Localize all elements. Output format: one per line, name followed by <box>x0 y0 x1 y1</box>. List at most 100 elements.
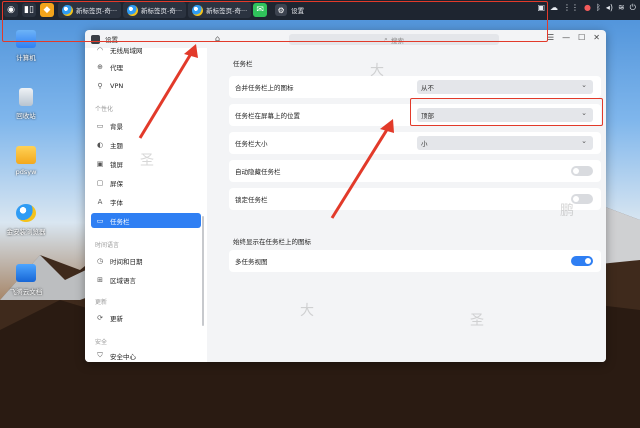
desktop-icon-folder[interactable]: pdsyw <box>6 146 46 176</box>
size-select[interactable]: 小 ⌄ <box>417 136 593 150</box>
sidebar-category-update: 更新 <box>95 299 108 306</box>
screensaver-icon: ▢ <box>96 178 104 187</box>
sidebar-item-label: 锁屏 <box>110 160 123 169</box>
window-controls: ☰ — ☐ ✕ <box>547 33 600 42</box>
setting-label: 自动隐藏任务栏 <box>235 168 281 176</box>
lockscreen-icon: ▣ <box>96 159 104 168</box>
watermark: 大 <box>300 303 314 319</box>
sidebar-item-security-center[interactable]: ⛉ 安全中心 <box>91 348 201 362</box>
select-value: 从不 <box>421 84 434 92</box>
desktop-icon-label: 计算机 <box>16 54 36 62</box>
clock-icon: ◷ <box>96 256 104 265</box>
setting-row-multitask: 多任务视图 <box>229 250 601 272</box>
taskbar-icon: ▭ <box>96 216 104 225</box>
volume-icon[interactable]: ◂) <box>606 3 613 13</box>
sidebar-item-label: 安全中心 <box>110 352 136 361</box>
settings-sidebar: ◠ 无线局域网 ⊕ 代理 ⚲ VPN 个性化 ▭ 背景 ◐ 主题 ▣ 锁屏 ▢ 屏保 A 字体 … <box>85 46 207 362</box>
sidebar-item-label: 更新 <box>110 314 123 323</box>
section-title-always-show: 始终显示在任务栏上的图标 <box>233 238 311 246</box>
theme-icon: ◐ <box>96 140 104 149</box>
power-icon[interactable]: ⏻ <box>630 3 636 13</box>
settings-window: 设置 ⌂ ⌕ 搜索 ☰ — ☐ ✕ ◠ 无线局域网 ⊕ 代理 ⚲ VPN 个性化 ▭ 背… <box>85 30 606 362</box>
sidebar-item-wlan[interactable]: ◠ 无线局域网 <box>91 42 201 57</box>
region-icon: ⊞ <box>97 275 103 284</box>
setting-row-auto-hide: 自动隐藏任务栏 <box>229 160 601 182</box>
setting-label: 任务栏在屏幕上的位置 <box>235 112 300 120</box>
annotation-box-taskbar <box>2 1 548 42</box>
folder-icon <box>16 146 36 164</box>
sidebar-item-label: 字体 <box>110 198 123 207</box>
sidebar-item-label: 代理 <box>110 63 123 72</box>
sidebar-item-update[interactable]: ⟳ 更新 <box>91 310 201 325</box>
tray-app-icon[interactable]: ● <box>584 3 591 13</box>
vpn-icon: ⚲ <box>97 81 103 90</box>
setting-label: 合并任务栏上的图标 <box>235 84 294 92</box>
wifi-icon[interactable]: ≋ <box>618 3 625 13</box>
sidebar-item-taskbar[interactable]: ▭ 任务栏 <box>91 213 201 228</box>
sidebar-item-region-language[interactable]: ⊞ 区域语言 <box>91 272 201 287</box>
chevron-down-icon: ⌄ <box>581 81 587 89</box>
bluetooth-icon[interactable]: ᛒ <box>596 3 601 13</box>
desktop-icon-label: 飞腾云文档 <box>9 288 43 296</box>
maximize-icon[interactable]: ☐ <box>578 33 585 42</box>
proxy-icon: ⊕ <box>97 62 103 71</box>
chevron-down-icon: ⌄ <box>581 137 587 145</box>
sidebar-item-proxy[interactable]: ⊕ 代理 <box>91 59 201 74</box>
combine-icons-select[interactable]: 从不 ⌄ <box>417 80 593 94</box>
sidebar-item-label: 屏保 <box>110 179 123 188</box>
desktop-icon-browser-installer[interactable]: 金安装浏览器 <box>6 204 46 236</box>
font-icon: A <box>97 197 103 206</box>
section-title: 任务栏 <box>233 60 253 68</box>
setting-label: 多任务视图 <box>235 258 268 266</box>
watermark: 大 <box>370 63 384 79</box>
shield-icon: ⛉ <box>97 351 103 359</box>
trash-icon <box>19 88 33 106</box>
setting-label: 锁定任务栏 <box>235 196 268 204</box>
multitask-view-toggle[interactable] <box>571 256 593 266</box>
grid-icon[interactable]: ⋮⋮ <box>563 3 579 13</box>
system-tray: ▣ ☁ ⋮⋮ ● ᛒ ◂) ≋ ⏻ <box>537 3 636 13</box>
desktop-icon-cloud-docs[interactable]: 飞腾云文档 <box>6 264 46 296</box>
sidebar-item-font[interactable]: A 字体 <box>91 194 201 209</box>
image-icon: ▭ <box>96 121 104 130</box>
watermark: 圣 <box>140 153 154 169</box>
sidebar-item-datetime[interactable]: ◷ 时间和日期 <box>91 253 201 268</box>
cloud-docs-icon <box>16 264 36 282</box>
cloud-icon[interactable]: ☁ <box>550 3 558 13</box>
close-icon[interactable]: ✕ <box>593 33 600 42</box>
sidebar-item-vpn[interactable]: ⚲ VPN <box>91 78 201 93</box>
select-value: 小 <box>421 140 428 148</box>
update-icon: ⟳ <box>97 313 103 322</box>
menu-icon[interactable]: ☰ <box>547 33 554 42</box>
desktop-icon-label: pdsyw <box>15 168 37 176</box>
taskbar-settings-panel: 任务栏 合并任务栏上的图标 从不 ⌄ 任务栏在屏幕上的位置 顶部 ⌄ 任务栏大小… <box>207 48 606 362</box>
sidebar-item-background[interactable]: ▭ 背景 <box>91 118 201 133</box>
sidebar-category-personalization: 个性化 <box>95 106 114 113</box>
sidebar-item-label: 时间和日期 <box>110 257 143 266</box>
desktop-icon-label: 金安装浏览器 <box>6 228 46 236</box>
minimize-icon[interactable]: — <box>562 33 570 42</box>
setting-row-size: 任务栏大小 小 ⌄ <box>229 132 601 154</box>
browser-icon <box>16 204 36 222</box>
sidebar-scrollbar[interactable] <box>202 216 204 326</box>
wifi-icon: ◠ <box>96 45 104 54</box>
sidebar-category-security: 安全 <box>95 339 108 346</box>
lock-taskbar-toggle[interactable] <box>571 194 593 204</box>
auto-hide-toggle[interactable] <box>571 166 593 176</box>
sidebar-item-label: VPN <box>110 81 124 90</box>
setting-row-lock: 锁定任务栏 <box>229 188 601 210</box>
setting-label: 任务栏大小 <box>235 140 268 148</box>
sidebar-item-label: 区域语言 <box>110 276 136 285</box>
sidebar-item-label: 任务栏 <box>110 217 130 226</box>
sidebar-category-time-language: 时间语言 <box>95 242 120 249</box>
setting-row-combine-icons: 合并任务栏上的图标 从不 ⌄ <box>229 76 601 98</box>
annotation-box-position <box>410 98 603 126</box>
watermark: 鹏 <box>560 203 574 219</box>
desktop-icon-trash[interactable]: 回收站 <box>6 88 46 120</box>
sidebar-item-label: 无线局域网 <box>110 46 143 55</box>
desktop-icon-label: 回收站 <box>16 112 36 120</box>
watermark: 圣 <box>470 313 484 329</box>
sidebar-item-label: 背景 <box>110 122 123 131</box>
sidebar-item-label: 主题 <box>110 141 123 150</box>
sidebar-item-screensaver[interactable]: ▢ 屏保 <box>91 175 201 190</box>
